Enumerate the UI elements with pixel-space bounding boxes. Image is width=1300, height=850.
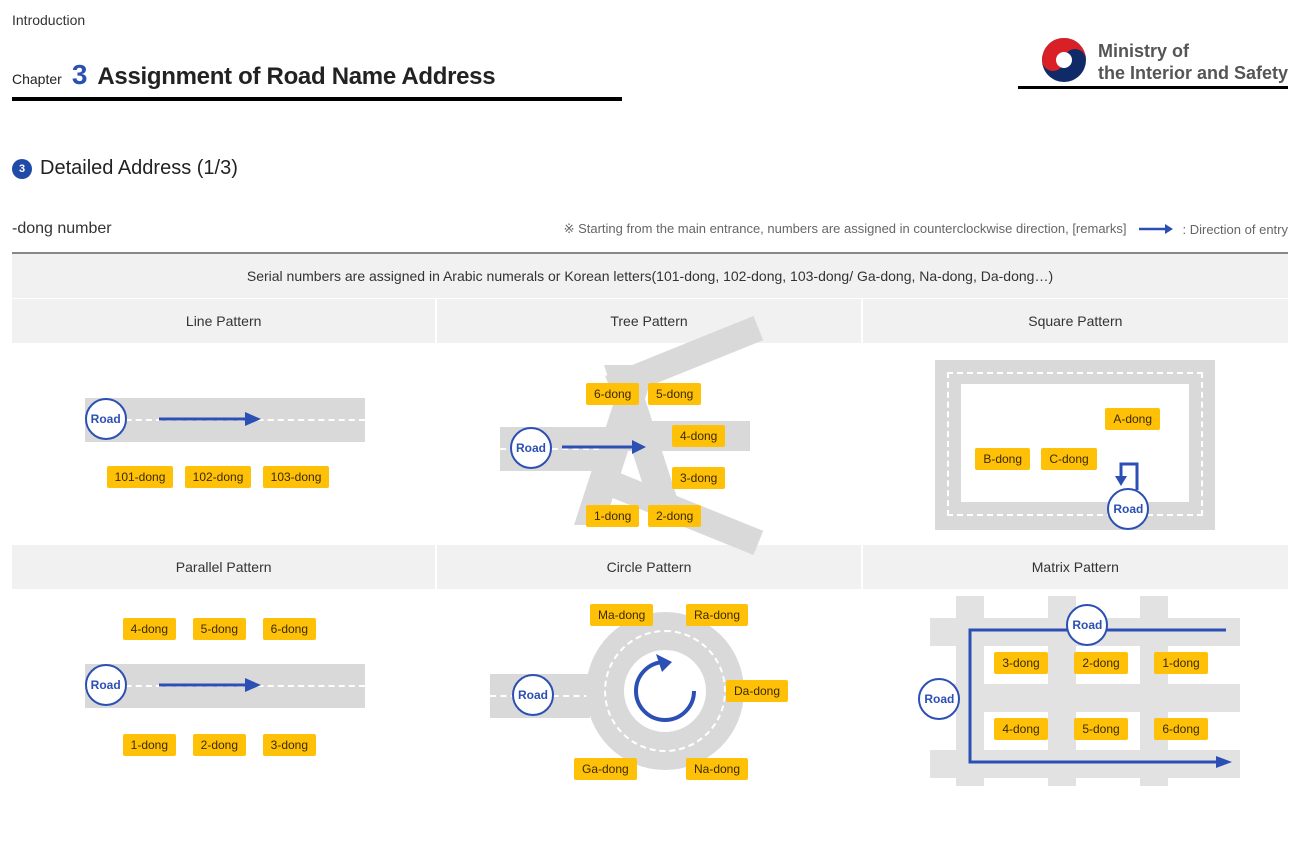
diagram-line-pattern: Road 101-dong 102-dong 103-dong bbox=[12, 345, 437, 545]
legend-arrow-icon bbox=[1137, 222, 1173, 236]
taegeuk-icon bbox=[1040, 36, 1088, 89]
diagram-square-pattern: Road A-dong B-dong C-dong bbox=[863, 345, 1288, 545]
col-header-parallel: Parallel Pattern bbox=[12, 545, 437, 591]
ministry-line-1: Ministry of bbox=[1098, 41, 1288, 63]
col-header-square: Square Pattern bbox=[863, 299, 1288, 345]
dong-label: B-dong bbox=[975, 448, 1030, 470]
ministry-line-2: the Interior and Safety bbox=[1098, 63, 1288, 85]
header-rule-right bbox=[1018, 86, 1288, 89]
dong-label: 1-dong bbox=[586, 505, 639, 527]
road-node: Road bbox=[512, 674, 554, 716]
dong-label: 2-dong bbox=[648, 505, 701, 527]
col-header-matrix: Matrix Pattern bbox=[863, 545, 1288, 591]
section-badge: 3 bbox=[12, 159, 32, 179]
dong-label: Ma-dong bbox=[590, 604, 653, 626]
chapter-number: 3 bbox=[72, 59, 88, 91]
chapter-label: Chapter bbox=[12, 71, 62, 87]
table-caption: Serial numbers are assigned in Arabic nu… bbox=[12, 254, 1288, 299]
pattern-table: Serial numbers are assigned in Arabic nu… bbox=[12, 252, 1288, 791]
chapter-heading: Chapter 3 Assignment of Road Name Addres… bbox=[12, 59, 495, 91]
dong-label: 5-dong bbox=[1074, 718, 1127, 740]
remark-text: ※ Starting from the main entrance, numbe… bbox=[564, 221, 1127, 237]
dong-label: 3-dong bbox=[263, 734, 316, 756]
direction-arrow-icon bbox=[155, 404, 265, 439]
dong-label: 4-dong bbox=[672, 425, 725, 447]
dong-label: Na-dong bbox=[686, 758, 748, 780]
dong-label: C-dong bbox=[1041, 448, 1096, 470]
dong-label: 102-dong bbox=[185, 466, 252, 488]
direction-arrow-icon bbox=[155, 670, 265, 705]
direction-arrow-icon bbox=[560, 435, 650, 464]
dong-label: 4-dong bbox=[994, 718, 1047, 740]
dong-label: 101-dong bbox=[107, 466, 174, 488]
intro-label: Introduction bbox=[12, 12, 1288, 28]
col-header-circle: Circle Pattern bbox=[437, 545, 862, 591]
dong-label: 1-dong bbox=[1154, 652, 1207, 674]
col-header-tree: Tree Pattern bbox=[437, 299, 862, 345]
col-header-line: Line Pattern bbox=[12, 299, 437, 345]
road-node: Road bbox=[85, 664, 127, 706]
road-node: Road bbox=[85, 398, 127, 440]
dong-label: 6-dong bbox=[263, 618, 316, 640]
legend-label: : Direction of entry bbox=[1183, 222, 1289, 237]
diagram-parallel-pattern: 4-dong 5-dong 6-dong Road 1-dong 2-dong … bbox=[12, 591, 437, 791]
dong-label: A-dong bbox=[1105, 408, 1160, 430]
sub-heading: -dong number bbox=[12, 220, 112, 238]
dong-label: 5-dong bbox=[193, 618, 246, 640]
road-node: Road bbox=[510, 427, 552, 469]
dong-label: Ra-dong bbox=[686, 604, 748, 626]
chapter-title: Assignment of Road Name Address bbox=[97, 63, 495, 91]
dong-label: 2-dong bbox=[1074, 652, 1127, 674]
dong-label: 3-dong bbox=[672, 467, 725, 489]
diagram-tree-pattern: Road 1-dong 2-dong 3-dong 4-dong 5-dong … bbox=[437, 345, 862, 545]
header-rule-left bbox=[12, 97, 622, 101]
dong-label: 6-dong bbox=[586, 383, 639, 405]
section-title: Detailed Address (1/3) bbox=[40, 157, 238, 180]
diagram-circle-pattern: Road Ga-dong Na-dong Da-dong Ra-dong Ma-… bbox=[437, 591, 862, 791]
dong-label: 5-dong bbox=[648, 383, 701, 405]
dong-label: Ga-dong bbox=[574, 758, 637, 780]
diagram-matrix-pattern: Road Road 3-dong 2-dong 1-dong 4-dong 5-… bbox=[863, 591, 1288, 791]
dong-label: 2-dong bbox=[193, 734, 246, 756]
circular-arrow-icon bbox=[622, 648, 708, 739]
dong-label: 3-dong bbox=[994, 652, 1047, 674]
dong-label: Da-dong bbox=[726, 680, 788, 702]
dong-label: 4-dong bbox=[123, 618, 176, 640]
dong-label: 1-dong bbox=[123, 734, 176, 756]
dong-label: 6-dong bbox=[1154, 718, 1207, 740]
ministry-logo: Ministry of the Interior and Safety bbox=[1040, 36, 1288, 89]
dong-label: 103-dong bbox=[263, 466, 330, 488]
